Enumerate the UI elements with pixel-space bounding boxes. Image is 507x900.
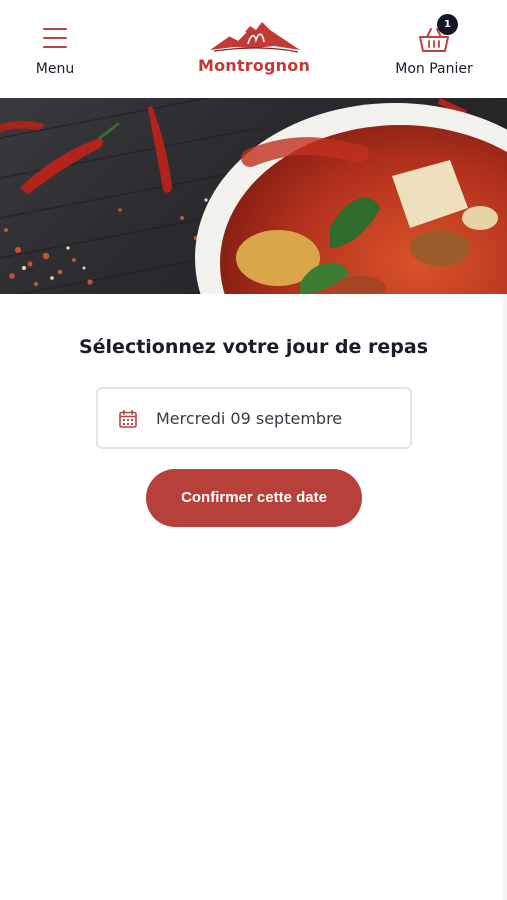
hamburger-icon xyxy=(43,28,67,49)
page-scrollbar[interactable] xyxy=(503,294,507,900)
mountain-logo-icon xyxy=(210,22,300,53)
date-value: Mercredi 09 septembre xyxy=(156,409,343,428)
date-selection-panel: Sélectionnez votre jour de repas Mercred… xyxy=(0,294,507,900)
calendar-icon xyxy=(119,409,137,428)
menu-button[interactable]: Menu xyxy=(22,24,88,84)
logo-text: Montrognon xyxy=(197,56,311,75)
page-title: Sélectionnez votre jour de repas xyxy=(78,336,429,358)
confirm-date-button[interactable]: Confirmer cette date xyxy=(146,469,362,527)
app-header: Menu Montrognon 1 Mon Panier xyxy=(0,0,507,98)
date-picker-field[interactable]: Mercredi 09 septembre xyxy=(96,387,412,449)
cart-count-badge: 1 xyxy=(437,14,458,35)
hero-food-image xyxy=(0,98,507,294)
cart-label: Mon Panier xyxy=(395,61,473,77)
cart-button[interactable]: 1 Mon Panier xyxy=(388,14,480,84)
menu-label: Menu xyxy=(35,61,75,77)
brand-logo[interactable]: Montrognon xyxy=(196,14,312,84)
